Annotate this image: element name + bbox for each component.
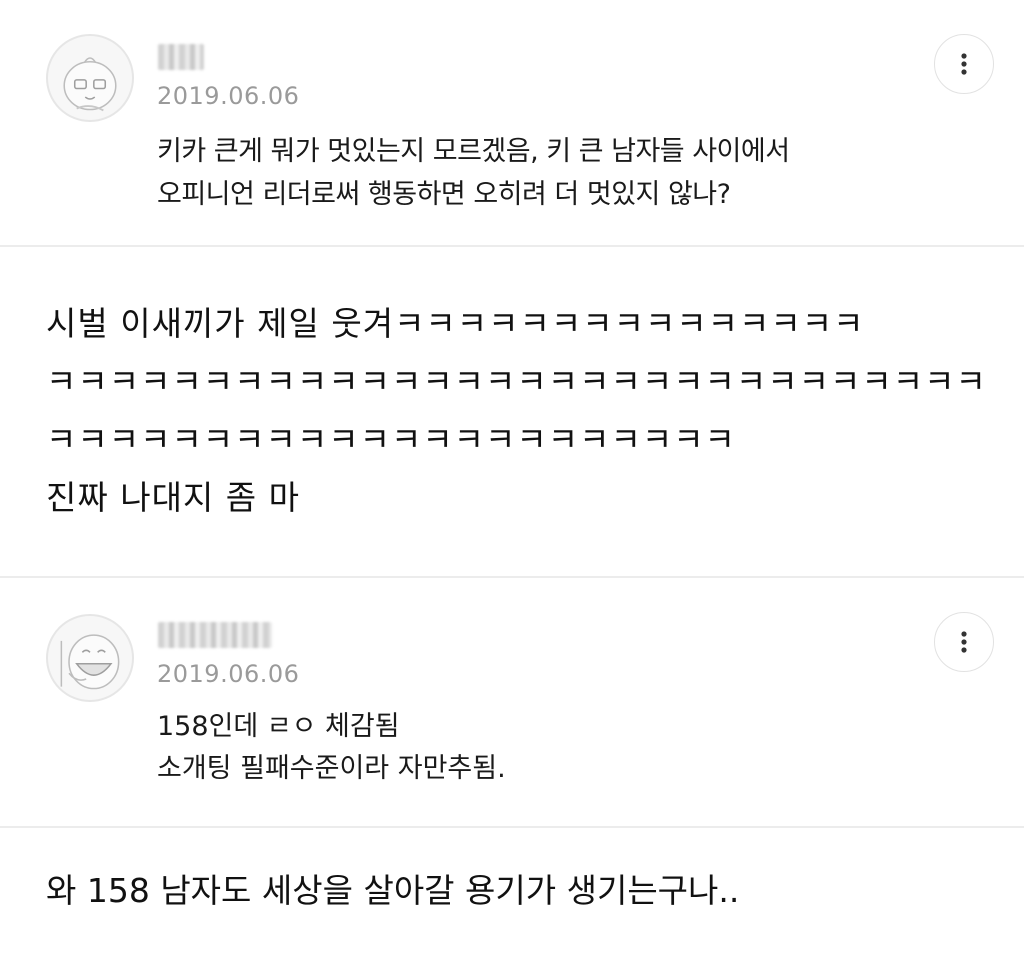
more-vertical-icon xyxy=(961,631,967,653)
more-vertical-icon xyxy=(961,53,967,75)
avatar[interactable] xyxy=(46,34,134,122)
more-options-button[interactable] xyxy=(934,34,994,94)
comment-item: 2019.06.06 키카 큰게 뭐가 멋있는지 모르겠음, 키 큰 남자들 사… xyxy=(0,0,1024,245)
username-blurred xyxy=(158,44,204,70)
username-blurred xyxy=(158,622,272,648)
divider xyxy=(0,826,1024,828)
comment-text: 키카 큰게 뭐가 멋있는지 모르겠음, 키 큰 남자들 사이에서 오피니언 리더… xyxy=(157,136,790,210)
avatar[interactable] xyxy=(46,614,134,702)
laughing-character-icon xyxy=(60,634,120,690)
comment-text: 158인데 ㄹㅇ 체감됨 소개팅 필패수준이라 자만추됨. xyxy=(157,711,506,784)
divider xyxy=(0,245,1024,247)
peach-character-icon xyxy=(63,57,117,112)
reply-text: 시벌 이새끼가 제일 웃겨ㅋㅋㅋㅋㅋㅋㅋㅋㅋㅋㅋㅋㅋㅋㅋ ㅋㅋㅋㅋㅋㅋㅋㅋㅋㅋㅋ… xyxy=(46,304,987,517)
comment-date: 2019.06.06 xyxy=(157,82,300,110)
comment-item: 2019.06.06 158인데 ㄹㅇ 체감됨 소개팅 필패수준이라 자만추됨. xyxy=(0,578,1024,826)
more-options-button[interactable] xyxy=(934,612,994,672)
reply-text: 와 158 남자도 세상을 살아갈 용기가 생기는구나.. xyxy=(46,871,740,910)
comment-date: 2019.06.06 xyxy=(157,660,300,688)
